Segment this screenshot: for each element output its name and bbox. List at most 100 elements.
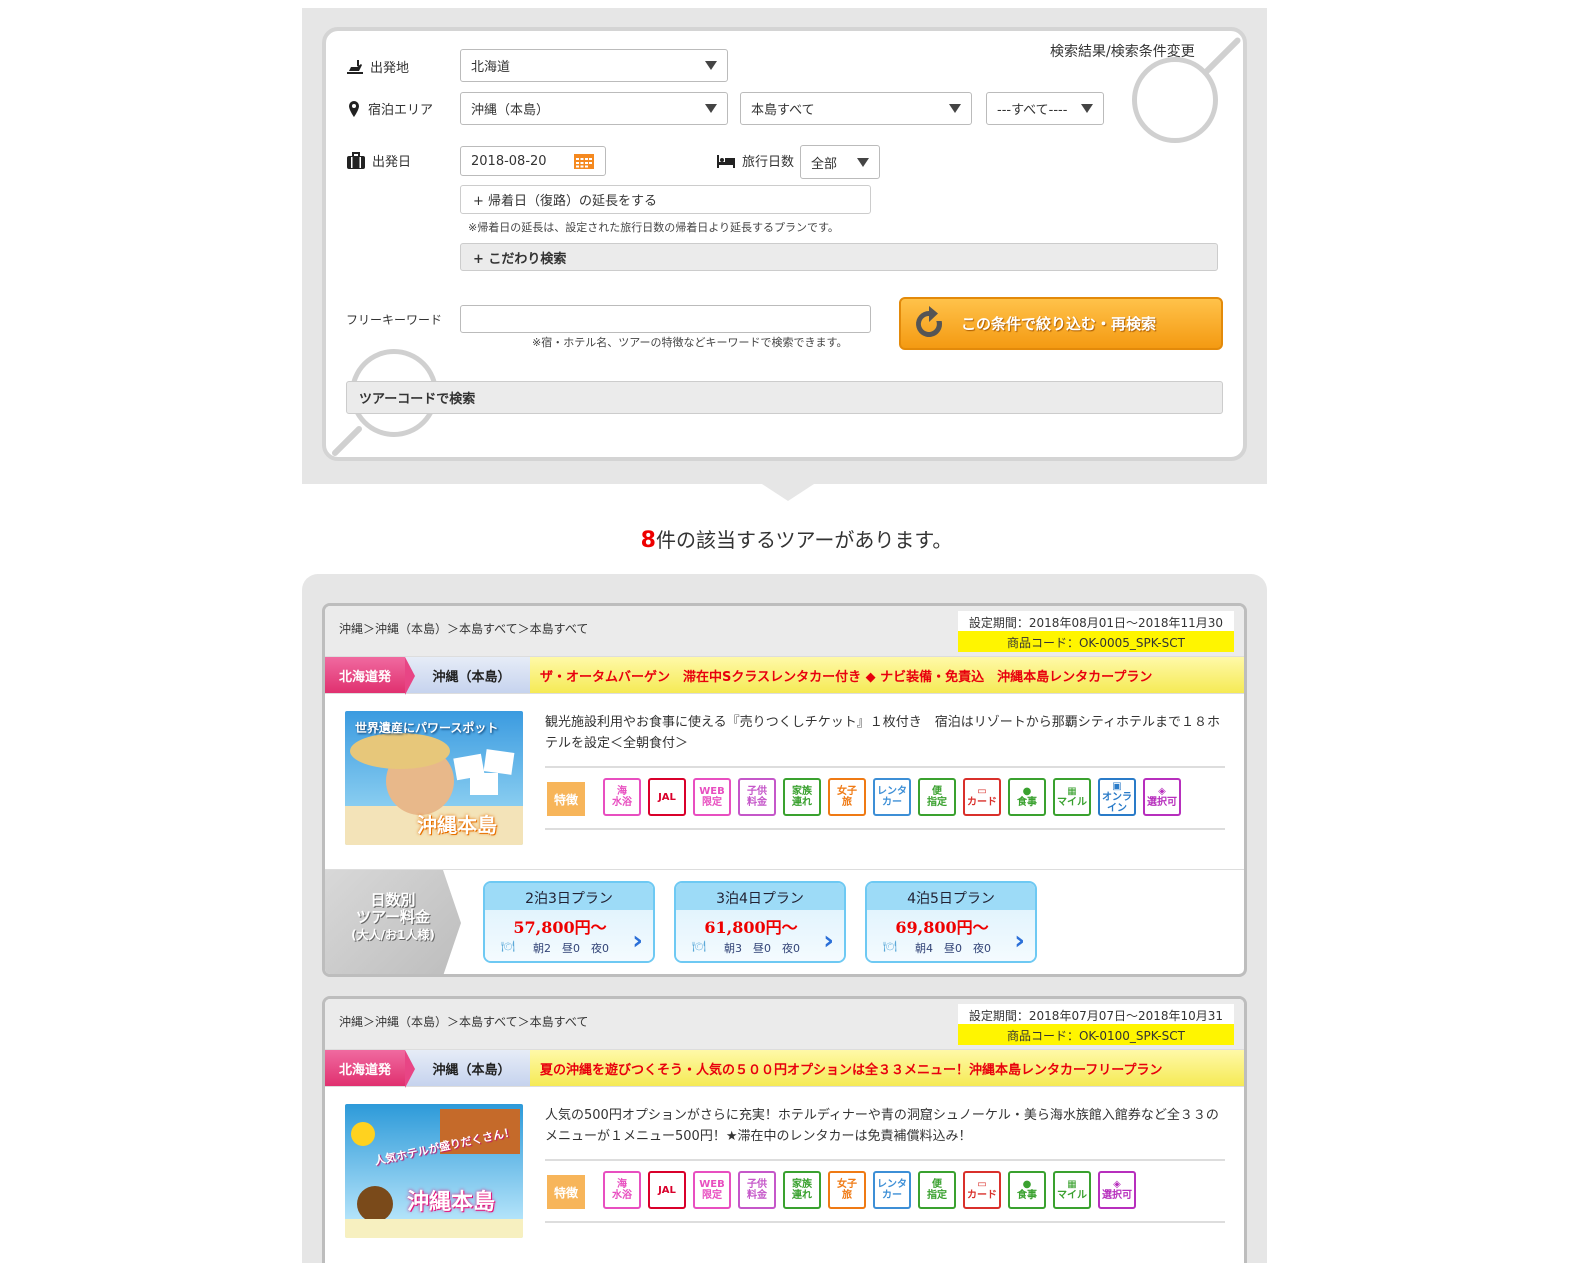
thumb-caption: 世界遺産にパワースポット [355,721,499,735]
chevron-right-icon: › [1014,926,1025,956]
days-select[interactable]: 全部 [800,145,880,179]
area-value-3: ---すべて---- [997,103,1068,118]
feature-icon-label: 連れ [792,1190,812,1201]
feature-icon-label: ▣ [1112,780,1122,792]
date-input[interactable]: 2018-08-20 [460,146,606,176]
calendar-icon[interactable] [573,152,595,170]
chevron-down-icon [705,104,717,113]
results-count-text: 件の該当するツアーがあります。 [655,528,953,552]
days-label-line1: 日数別 [370,891,416,909]
feature-icon-label: カー [882,1190,902,1201]
feature-icon-label: ◈ [1158,786,1166,797]
feature-icon-label: カー [882,797,902,808]
search-change-link[interactable]: 検索結果/検索条件変更 [1050,41,1195,61]
family-icon: 家族 連れ [783,1171,821,1209]
jal-icon: JAL [648,1171,686,1209]
tour-thumbnail[interactable]: 人気ホテルが盛りだくさん！ 沖縄本島 [345,1104,523,1238]
date-value: 2018-08-20 [471,153,547,169]
feature-icon-label: 家族 [792,1179,812,1190]
meal-icon: 🍽 [883,940,897,953]
feature-icon-label: 海 [617,1179,627,1190]
departure-badge: 北海道発 [325,1050,415,1088]
tour-thumbnail[interactable]: 世界遺産にパワースポット 沖縄本島 [345,711,523,845]
area-select-1[interactable]: 沖縄（本島） [460,92,728,125]
tour-title-row: 北海道発 沖縄（本島） ザ・オータムバーゲン 滞在中Sクラスレンタカー付き ◆ … [325,656,1244,695]
okinawa-photo-image [345,1104,523,1238]
departure-select[interactable]: 北海道 [460,49,728,82]
keyword-input[interactable] [460,305,871,333]
mile-icon: ▦ マイル [1053,1171,1091,1209]
date-label-text: 出発日 [372,155,412,170]
area-value-1: 沖縄（本島） [471,103,550,118]
bed-icon [717,154,735,168]
departure-label-text: 出発地 [370,61,410,76]
select-icon: ◈ 選択可 [1143,778,1181,816]
area-label-text: 宿泊エリア [368,103,434,118]
chevron-down-icon [949,104,961,113]
feature-icon-label: カード [967,797,997,808]
days-value: 全部 [811,156,838,172]
tour-description: 人気の500円オプションがさらに充実！ホテルディナーや青の洞窟シュノーケル・美ら… [545,1108,1219,1144]
web-icon: WEB 限定 [693,778,731,816]
area-select-3[interactable]: ---すべて---- [986,92,1104,125]
family-icon: 家族 連れ [783,778,821,816]
feature-icon-label: オンライン [1102,791,1132,814]
feature-icons: 海水浴 JAL WEB 限定 子供 料金 家族 連れ 女子旅レンタ カー便指定 ▭ カード ● 食事 ▦ マイ… [603,1171,1136,1209]
tour-card: 沖縄＞沖縄（本島）＞本島すべて＞本島すべて 設定期間：2018年08月01日～2… [322,603,1247,977]
plan-price: 57,800円～ [513,918,607,937]
tour-title-row: 北海道発 沖縄（本島） 夏の沖縄を遊びつくそう・人気の５００円オプションは全３３… [325,1049,1244,1088]
tour-card-body: 人気ホテルが盛りだくさん！ 沖縄本島 人気の500円オプションがさらに充実！ホテ… [325,1087,1244,1262]
mile-icon: ▦ マイル [1053,778,1091,816]
rentacar-icon: レンタ カー [873,778,911,816]
feature-icons: 海水浴 JAL WEB 限定 子供 料金 家族 連れ 女子旅レンタ カー便指定 ▭ カード ● 食事 ▦ マイ… [603,778,1181,816]
product-code: 商品コード：OK-0100_SPK-SCT [958,1024,1234,1045]
extend-return-button[interactable]: + 帰着日（復路）の延長をする [460,185,871,214]
feature-icon-label: 女子 [837,1179,857,1190]
refresh-icon [916,305,943,337]
chevron-right-icon: › [632,926,643,956]
area-select-2[interactable]: 本島すべて [740,92,972,125]
extend-note: ※帰着日の延長は、設定された旅行日数の帰着日より延長するプランです。 [468,221,839,234]
sea-icon: 海水浴 [603,1171,641,1209]
tour-code-search-toggle[interactable]: ツアーコードで検索 [346,381,1223,414]
divider [545,766,1225,768]
set-period: 設定期間：2018年08月01日～2018年11月30 [958,611,1234,631]
search-panel-arrow [762,484,814,501]
feature-icon-label: ● [1022,1179,1032,1190]
features-tag: 特徴 [547,1175,585,1209]
feature-icon-label: 女子 [837,786,857,797]
feature-icon-label: 限定 [702,1190,722,1201]
feature-icon-label: 食事 [1017,797,1037,808]
features-tag: 特徴 [547,782,585,816]
plan-price: 61,800円～ [704,918,798,937]
jal-icon: JAL [648,778,686,816]
plan-name: 4泊5日プラン [867,883,1035,910]
plan-card-4n5d[interactable]: 4泊5日プラン 69,800円～ 🍽 朝4 昼0 夜0 › [865,881,1037,963]
breadcrumb: 沖縄＞沖縄（本島）＞本島すべて＞本島すべて [339,1015,589,1029]
results-count-number: 8 [640,528,656,553]
tour-title-link[interactable]: ザ・オータムバーゲン 滞在中Sクラスレンタカー付き ◆ ナビ装備・免責込 沖縄本… [530,657,1244,693]
divider [545,1221,1225,1223]
tour-title-link[interactable]: 夏の沖縄を遊びつくそう・人気の５００円オプションは全３３メニュー！沖縄本島レンタ… [530,1050,1244,1086]
detail-search-toggle[interactable]: + こだわり検索 [460,243,1218,271]
feature-icon-label: 便 [932,1179,942,1190]
product-code: 商品コード：OK-0005_SPK-SCT [958,631,1234,652]
departure-icon [347,59,363,74]
divider [545,828,1225,830]
feature-icon-label: JAL [658,791,676,803]
days-price-label: 日数別 ツアー料金 (大人/お1人様) [325,870,461,974]
departure-value: 北海道 [471,60,511,75]
feature-icon-label: 選択可 [1147,797,1177,808]
feature-icon-label: 食事 [1017,1190,1037,1201]
area-label: 宿泊エリア [346,99,433,118]
chevron-down-icon [857,157,869,167]
women-icon: 女子旅 [828,1171,866,1209]
feature-icon-label: レンタ [877,786,907,797]
research-button[interactable]: この条件で絞り込む・再検索 [899,297,1223,350]
meal-icon: 🍽 [692,940,706,953]
feature-icon-label: 子供 [747,786,767,797]
days-label: 旅行日数 [716,151,794,170]
plan-card-2n3d[interactable]: 2泊3日プラン 57,800円～ 🍽 朝2 昼0 夜0 › [483,881,655,963]
plan-card-3n4d[interactable]: 3泊4日プラン 61,800円～ 🍽 朝3 昼0 夜0 › [674,881,846,963]
tour-card-header: 沖縄＞沖縄（本島）＞本島すべて＞本島すべて 設定期間：2018年08月01日～2… [325,606,1244,656]
